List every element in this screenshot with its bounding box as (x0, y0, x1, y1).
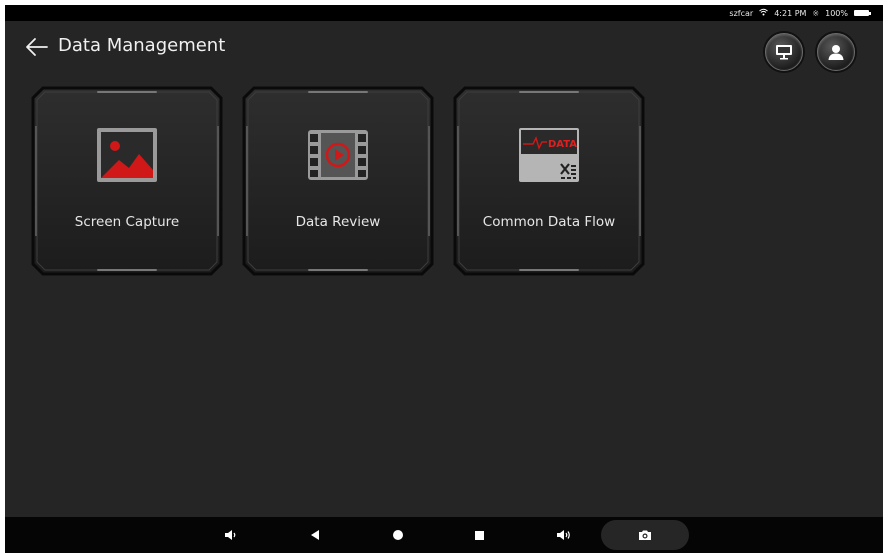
wifi-icon (759, 8, 769, 18)
common-data-flow-tile[interactable]: DATA Common Data Flow (453, 86, 645, 276)
back-button[interactable] (23, 33, 51, 61)
data-chart-icon: DATA (519, 128, 579, 182)
back-nav-button[interactable] (303, 525, 327, 545)
battery-label: 100% (825, 8, 848, 18)
volume-down-icon (225, 530, 236, 540)
bluetooth-icon: ※ (812, 8, 820, 18)
data-icon-text: DATA (548, 139, 577, 150)
arrow-left-icon (26, 38, 48, 56)
home-circle-icon (393, 530, 403, 540)
film-play-icon (308, 130, 368, 180)
image-icon (97, 128, 157, 182)
remote-display-button[interactable] (765, 33, 803, 71)
battery-icon (854, 10, 871, 16)
tile-label: Common Data Flow (482, 214, 616, 230)
carrier-label: szfcar (729, 8, 754, 18)
screen-capture-tile[interactable]: Screen Capture (31, 86, 223, 276)
user-profile-button[interactable] (817, 33, 855, 71)
camera-icon (639, 530, 651, 540)
system-nav-bar (5, 517, 883, 553)
monitor-icon (776, 45, 792, 60)
home-nav-button[interactable] (386, 525, 410, 545)
page-title: Data Management (58, 35, 226, 56)
app-frame: szfcar 4:21 PM ※ 100% Data Management Sc… (5, 5, 883, 553)
data-review-tile[interactable]: Data Review (242, 86, 434, 276)
status-bar: szfcar 4:21 PM ※ 100% (5, 5, 883, 21)
clock-label: 4:21 PM (774, 8, 807, 18)
recent-square-icon (474, 530, 484, 540)
tile-label: Screen Capture (74, 214, 180, 230)
recent-apps-button[interactable] (467, 525, 491, 545)
screenshot-button[interactable] (601, 520, 689, 550)
user-icon (828, 45, 844, 60)
volume-up-icon (557, 530, 570, 540)
header: Data Management (5, 21, 883, 77)
volume-down-button[interactable] (219, 525, 243, 545)
volume-up-button[interactable] (552, 525, 576, 545)
back-triangle-icon (311, 530, 319, 540)
tile-label: Data Review (295, 214, 381, 230)
